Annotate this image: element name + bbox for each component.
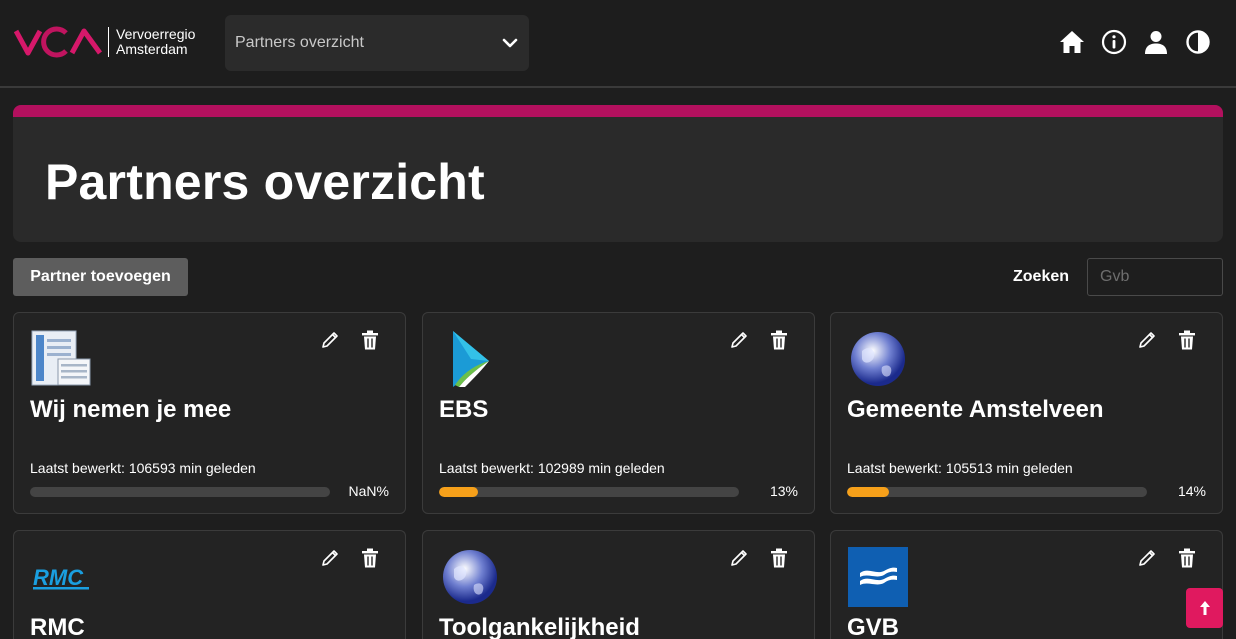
delete-button[interactable] <box>768 547 790 569</box>
search-input[interactable] <box>1087 258 1223 296</box>
edit-button[interactable] <box>728 329 750 351</box>
chevron-down-icon <box>502 38 518 48</box>
edit-button[interactable] <box>319 547 341 569</box>
last-edited-text: Laatst bewerkt: 105513 min geleden <box>847 460 1073 476</box>
pencil-icon <box>1139 332 1155 348</box>
last-edited-text: Laatst bewerkt: 102989 min geleden <box>439 460 665 476</box>
card-actions <box>319 547 381 569</box>
pencil-icon <box>322 332 338 348</box>
trash-icon <box>771 330 787 350</box>
delete-button[interactable] <box>1176 547 1198 569</box>
partner-card[interactable]: EBS Laatst bewerkt: 102989 min geleden 1… <box>422 312 815 514</box>
trash-icon <box>1179 330 1195 350</box>
pencil-icon <box>322 550 338 566</box>
partner-logo <box>847 547 909 607</box>
user-icon <box>1145 31 1167 54</box>
page-selector-value: Partners overzicht <box>235 34 364 51</box>
pencil-icon <box>731 332 747 348</box>
contrast-icon <box>1186 30 1210 54</box>
page-selector[interactable]: Partners overzicht <box>225 15 529 71</box>
svg-text:RMC: RMC <box>33 565 84 590</box>
progress-percentage: 14% <box>1177 483 1206 499</box>
account-button[interactable] <box>1142 28 1170 56</box>
trash-icon <box>771 548 787 568</box>
edit-button[interactable] <box>319 329 341 351</box>
trash-icon <box>362 548 378 568</box>
last-edited-text: Laatst bewerkt: 106593 min geleden <box>30 460 256 476</box>
search-label: Zoeken <box>1013 268 1070 285</box>
progress-percentage: NaN% <box>348 483 389 499</box>
theme-toggle-button[interactable] <box>1184 28 1212 56</box>
top-icon-bar <box>1058 28 1212 56</box>
progress-fill <box>847 487 889 497</box>
partner-logo <box>439 547 501 607</box>
home-icon <box>1060 31 1084 53</box>
card-actions <box>728 329 790 351</box>
info-button[interactable] <box>1100 28 1128 56</box>
gvb-logo <box>848 547 908 607</box>
brand-name-line2: Amsterdam <box>116 41 188 57</box>
partner-name: Gemeente Amstelveen <box>847 396 1104 423</box>
progress-bar <box>847 487 1147 497</box>
vra-logo-mark <box>14 26 102 58</box>
partner-name: GVB <box>847 614 900 639</box>
partner-card[interactable]: Wij nemen je mee Laatst bewerkt: 106593 … <box>13 312 406 514</box>
edit-button[interactable] <box>728 547 750 569</box>
arrow-up-icon <box>1199 601 1210 615</box>
globe-icon <box>851 332 905 386</box>
progress-bar <box>30 487 330 497</box>
partner-name: Toolgankelijkheid <box>439 614 640 639</box>
partner-name: RMC <box>30 614 85 639</box>
pencil-icon <box>731 550 747 566</box>
trash-icon <box>362 330 378 350</box>
card-actions <box>1136 547 1198 569</box>
edit-button[interactable] <box>1136 329 1158 351</box>
partner-card[interactable]: Gemeente Amstelveen Laatst bewerkt: 1055… <box>830 312 1223 514</box>
card-actions <box>319 329 381 351</box>
pencil-icon <box>1139 550 1155 566</box>
brand-name-line1: Vervoerregio <box>116 26 196 42</box>
trash-icon <box>1179 548 1195 568</box>
delete-button[interactable] <box>359 329 381 351</box>
edit-button[interactable] <box>1136 547 1158 569</box>
partner-card[interactable]: GVB <box>830 530 1223 639</box>
home-button[interactable] <box>1058 28 1086 56</box>
brand-logo[interactable]: Vervoerregio Amsterdam <box>14 24 214 60</box>
progress-fill <box>439 487 478 497</box>
scroll-to-top-button[interactable] <box>1186 588 1223 628</box>
partner-card[interactable]: Toolgankelijkheid <box>422 530 815 639</box>
logo-divider <box>108 27 109 57</box>
card-actions <box>1136 329 1198 351</box>
progress-bar <box>439 487 739 497</box>
add-partner-button[interactable]: Partner toevoegen <box>13 258 188 296</box>
page-header-card: Partners overzicht <box>13 105 1223 242</box>
partner-card[interactable]: RMC RMC <box>13 530 406 639</box>
info-icon <box>1101 29 1127 55</box>
partner-logo <box>439 329 501 389</box>
brand-name: Vervoerregio Amsterdam <box>116 27 195 57</box>
partner-logo <box>847 329 909 389</box>
partner-name: Wij nemen je mee <box>30 396 232 423</box>
document-icon <box>31 330 91 386</box>
card-actions <box>728 547 790 569</box>
top-bar: Vervoerregio Amsterdam Partners overzich… <box>0 0 1236 88</box>
delete-button[interactable] <box>1176 329 1198 351</box>
ebs-logo <box>453 331 489 387</box>
rmc-logo: RMC <box>33 565 89 590</box>
partner-logo: RMC <box>30 547 92 607</box>
page-title: Partners overzicht <box>45 154 485 210</box>
delete-button[interactable] <box>359 547 381 569</box>
delete-button[interactable] <box>768 329 790 351</box>
progress-percentage: 13% <box>769 483 798 499</box>
partner-name: EBS <box>439 396 489 423</box>
partner-logo <box>30 329 92 389</box>
globe-icon <box>443 550 497 604</box>
header-accent-bar <box>13 105 1223 117</box>
